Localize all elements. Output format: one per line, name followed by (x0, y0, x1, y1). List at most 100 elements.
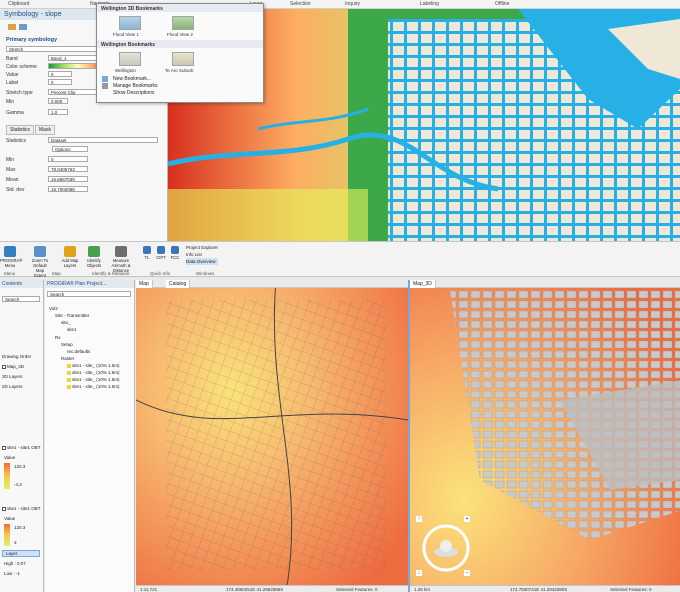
layer-tab-button[interactable]: Layer (2, 550, 40, 557)
tree-node-raster-2-label: site1 - site_ (10% 1.5m) (72, 370, 120, 375)
navigator-control[interactable] (418, 518, 478, 578)
layer-site1-b-label: site1 - site1 OBT (7, 506, 41, 511)
map-3d-tabbar: Map_3D (410, 280, 680, 288)
windows-list: Project Explorer Info List Data Overview (186, 244, 219, 265)
show-descriptions-item[interactable]: Show Descriptions (113, 90, 154, 96)
contents-item-3d-layers[interactable]: 3D Layers (2, 374, 23, 379)
layer-site1-b-checkbox[interactable] (2, 506, 6, 511)
zoom-default-button[interactable]: Zoom To Default Map Extent (30, 246, 50, 278)
contents-item-map3d[interactable]: Map_3D (2, 364, 24, 369)
label-field[interactable]: 0 (48, 79, 72, 85)
progira-ribbon: PROGIRA® Menu Zoom To Default Map Extent… (0, 241, 680, 278)
legend-low-c: Low : -1 (4, 571, 21, 576)
tree-node-setup[interactable]: Setup (61, 342, 73, 347)
tree-node-site1[interactable]: site1 (67, 327, 77, 332)
tree-node-raster-3[interactable]: site1 - site_ (10% 1.5m) (67, 377, 120, 382)
tab-catalog[interactable]: Catalog (166, 280, 191, 288)
tab-inquiry[interactable]: Inquiry (345, 1, 360, 7)
bookmark-thumb-flood-view-1[interactable] (119, 16, 141, 30)
tree-node-rec-defaults[interactable]: rec.defaults (67, 349, 90, 354)
band-label: Band (6, 56, 18, 62)
manage-bookmarks-item[interactable]: Manage Bookmarks (113, 83, 157, 89)
cipt-icon (157, 246, 165, 254)
map-2d-scale[interactable]: 1:11,721 (140, 587, 157, 592)
min-field[interactable]: 0.000 (48, 98, 68, 104)
tree-node-raster-1[interactable]: site1 - site_ (10% 1.5m) (67, 363, 120, 368)
legend-value-label-a: Value (4, 455, 16, 460)
value-field[interactable]: 0 (48, 71, 72, 77)
statistics-select[interactable]: Dataset (48, 137, 158, 143)
contents-search[interactable]: Search (2, 296, 40, 302)
map-2d-view[interactable]: Map Catalog 1:11,721 174.4860251E 41.296… (136, 280, 408, 592)
stat-max-label: Max (6, 167, 16, 173)
nav-down-icon[interactable]: ↓ (416, 570, 422, 576)
stat-stddev-label: Std. dev (6, 187, 25, 193)
zoom-in-icon[interactable]: + (464, 516, 470, 522)
info-list-button[interactable]: Info List (186, 251, 218, 258)
tab-map[interactable]: Map (136, 280, 153, 288)
cipt-button[interactable]: CIPT (154, 246, 168, 260)
map-3d-scale[interactable]: 1.26 km (414, 587, 430, 592)
tab-labeling[interactable]: Labeling (420, 1, 439, 7)
measure-button[interactable]: Measure Azimuth & Distance (108, 246, 134, 273)
layers-icon (64, 246, 76, 257)
add-map-layers-button[interactable]: Add Map Layers (60, 246, 80, 268)
map3d-checkbox[interactable] (2, 364, 6, 369)
identify-objects-button[interactable]: Identify Objects (84, 246, 104, 268)
nav-up-icon[interactable]: ↑ (416, 516, 422, 522)
tab-mask[interactable]: Mask (35, 125, 55, 135)
tree-node-rx[interactable]: Rx (55, 335, 61, 340)
identify-icon (88, 246, 100, 257)
data-overview-button[interactable]: Data Overview (186, 258, 219, 265)
legend-high-c: High : 0.07 (4, 561, 26, 566)
layer-site1-a-checkbox[interactable] (2, 445, 6, 450)
tree-node-raster-4[interactable]: site1 - site_ (10% 1.5m) (67, 384, 120, 389)
bookmarks-3d-header: Wellington 3D Bookmarks (97, 4, 263, 12)
layer-site1-b[interactable]: site1 - site1 OBT (2, 506, 41, 511)
tree-node-raster-2[interactable]: site1 - site_ (10% 1.5m) (67, 370, 120, 375)
bookmark-thumb-te-aro[interactable] (172, 52, 194, 66)
stat-mean-value: 15.6667039 (48, 176, 88, 182)
new-bookmark-icon (102, 76, 108, 82)
contents-item-2d-layers[interactable]: 2D Layers (2, 384, 23, 389)
tree-node-site[interactable]: site_ (61, 320, 71, 325)
stat-max-value: 78.0405763 (48, 166, 88, 172)
tree-node-site-transmitter[interactable]: Site - Transmitter (55, 313, 89, 318)
contents-title: Contents (0, 280, 43, 288)
fcc-button[interactable]: FCC (168, 246, 182, 260)
tree-node-vol2[interactable]: Vol2 (49, 306, 58, 311)
map-3d-selected: Selected Features: 0 (610, 587, 652, 592)
tab-statistics[interactable]: Statistics (6, 125, 35, 135)
label-label: Label (6, 80, 19, 86)
zoom-out-icon[interactable]: − (464, 570, 470, 576)
bookmark-label-wellington: Wellington (115, 68, 136, 73)
symbology-toolbar[interactable] (8, 23, 28, 31)
options-button[interactable]: Options (52, 146, 88, 152)
legend-value-label-b: Value (4, 516, 16, 521)
identify-objects-label: Identify Objects (86, 258, 102, 268)
map-2d-coords: 174.4860251E 41.2962886S (226, 587, 284, 592)
map-3d-coords: 174.7830741E 41.2942080S (510, 587, 568, 592)
primary-symbology-label: Primary symbology (6, 37, 58, 43)
progira-search[interactable]: Search (47, 291, 131, 297)
tl-icon (143, 246, 151, 254)
raster-icon (67, 363, 71, 368)
progira-menu-button[interactable]: PROGIRA® Menu (0, 246, 22, 268)
gamma-field[interactable]: 1.0 (48, 109, 68, 115)
tab-map-3d[interactable]: Map_3D (410, 280, 436, 288)
tab-offline[interactable]: Offline (495, 1, 509, 7)
bookmark-thumb-flood-view-2[interactable] (172, 16, 194, 30)
color-scheme-label: Color scheme (6, 64, 37, 70)
legend-high-b: 120.3 (14, 525, 26, 530)
tree-node-raster[interactable]: Raster (61, 356, 74, 361)
bookmark-thumb-wellington[interactable] (119, 52, 141, 66)
tab-clipboard[interactable]: Clipboard (8, 1, 29, 7)
tab-selection[interactable]: Selection (290, 1, 311, 7)
layer-site1-a[interactable]: site1 - site1 OBT (2, 445, 41, 450)
tl-button[interactable]: TL (140, 246, 154, 260)
project-explorer-button[interactable]: Project Explorer (186, 244, 218, 251)
stats-tabstrip: Statistics Mask (6, 125, 56, 135)
bookmarks-dropdown: Wellington 3D Bookmarks Flood View 1 Flo… (96, 3, 264, 103)
map-3d-view[interactable]: Map_3D ↑ + − ↓ 1.26 km 174.7830741E 41.2… (408, 280, 680, 592)
new-bookmark-item[interactable]: New Bookmark... (113, 76, 151, 82)
